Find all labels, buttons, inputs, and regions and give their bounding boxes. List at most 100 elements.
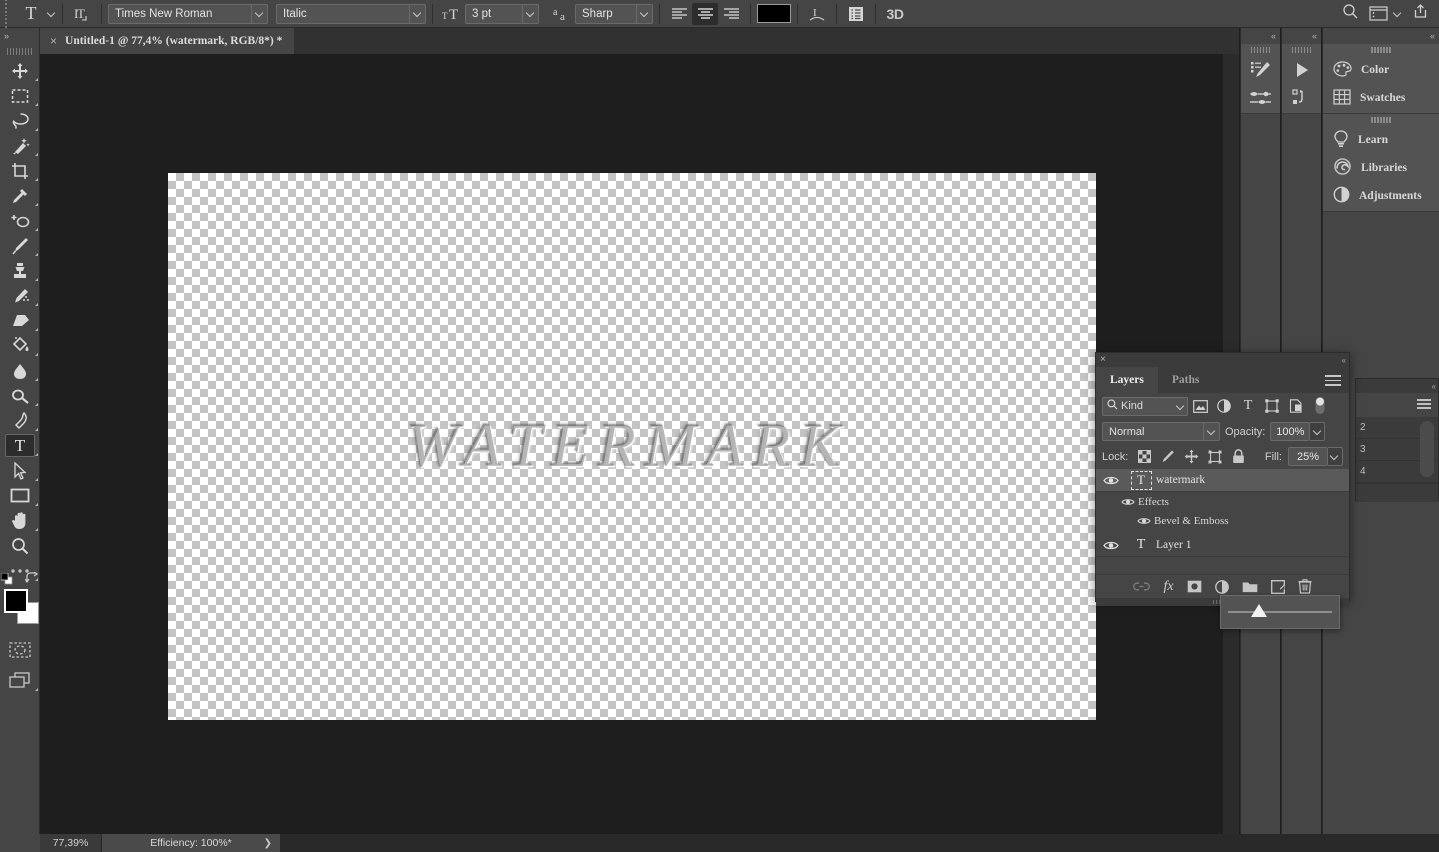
layer-name[interactable]: Layer 1 — [1156, 539, 1191, 551]
panel-menu-icon[interactable] — [1417, 399, 1431, 411]
color-panel-button[interactable]: Color — [1323, 56, 1439, 84]
chevron-down-icon[interactable] — [409, 4, 425, 23]
dock-b-collapse-button[interactable]: « — [1282, 28, 1321, 44]
swatches-panel-button[interactable]: Swatches — [1323, 84, 1439, 112]
swap-colors-icon[interactable] — [24, 571, 39, 589]
fill-slider-thumb[interactable] — [1251, 604, 1267, 617]
lock-artboard-nesting-icon[interactable] — [1204, 447, 1226, 467]
chevron-right-icon[interactable]: ❯ — [264, 838, 272, 849]
filter-toggle-switch[interactable] — [1308, 395, 1332, 417]
share-icon[interactable] — [1412, 3, 1429, 25]
document-tab[interactable]: × Untitled-1 @ 77,4% (watermark, RGB/8*)… — [40, 28, 295, 54]
layer-thumbnail[interactable]: T — [1126, 470, 1156, 490]
align-center-button[interactable] — [692, 2, 718, 25]
status-info-field[interactable]: Efficiency: 100%* ❯ — [102, 834, 280, 852]
layer-name[interactable]: watermark — [1156, 474, 1205, 486]
lock-image-pixels-icon[interactable] — [1157, 447, 1179, 467]
tab-layers[interactable]: Layers — [1096, 367, 1158, 393]
lock-position-icon[interactable] — [1180, 447, 1202, 467]
zoom-level-field[interactable]: 77,39% — [40, 834, 102, 852]
move-tool[interactable] — [0, 58, 40, 83]
history-state-list[interactable]: 2 3 4 — [1356, 417, 1438, 483]
filter-smart-object-icon[interactable] — [1284, 395, 1308, 417]
fill-slider-popup[interactable] — [1220, 595, 1340, 629]
actions-panel-icon[interactable] — [1282, 56, 1321, 84]
brush-presets-panel-icon[interactable] — [1241, 84, 1280, 112]
history-brush-tool[interactable] — [0, 283, 40, 308]
chevron-down-icon[interactable] — [1203, 423, 1219, 440]
quick-selection-tool[interactable] — [0, 133, 40, 158]
default-colors-icon[interactable] — [0, 572, 13, 590]
fill-slider-track[interactable] — [1228, 604, 1332, 617]
learn-panel-button[interactable]: Learn — [1323, 126, 1439, 154]
chevron-down-icon[interactable] — [636, 4, 652, 23]
spot-healing-brush-tool[interactable] — [0, 208, 40, 233]
text-orientation-icon[interactable]: I T — [69, 3, 95, 25]
effects-visibility-toggle[interactable] — [1118, 497, 1138, 507]
font-family-select[interactable]: Times New Roman — [108, 3, 268, 24]
opacity-input[interactable]: 100% — [1270, 422, 1311, 441]
close-icon[interactable]: × — [50, 35, 57, 47]
dock-c-grip-1[interactable] — [1323, 44, 1439, 56]
history-panel-icon[interactable] — [1282, 84, 1321, 112]
tab-paths[interactable]: Paths — [1158, 367, 1213, 393]
fill-stepper[interactable] — [1327, 447, 1343, 466]
lock-all-icon[interactable] — [1227, 447, 1249, 467]
history-scrollbar[interactable] — [1420, 421, 1434, 477]
layer-effects-group[interactable]: Effects — [1096, 492, 1349, 511]
adjustments-panel-button[interactable]: Adjustments — [1323, 182, 1439, 210]
opacity-stepper[interactable] — [1310, 422, 1326, 441]
dock-a-collapse-button[interactable]: « — [1241, 28, 1280, 44]
blend-mode-select[interactable]: Normal — [1102, 422, 1220, 441]
crop-tool[interactable] — [0, 158, 40, 183]
new-group-icon[interactable] — [1242, 580, 1258, 593]
panel-menu-icon[interactable] — [1325, 375, 1341, 389]
history-panel-collapse[interactable]: « — [1356, 379, 1438, 393]
chevron-down-icon[interactable] — [47, 9, 56, 18]
chevron-down-icon[interactable] — [1173, 402, 1187, 411]
layer-filter-kind-select[interactable]: Kind — [1102, 396, 1188, 416]
toolbar-collapse-button[interactable]: » — [0, 28, 39, 44]
close-icon[interactable]: × — [1100, 355, 1106, 365]
dodge-tool[interactable] — [0, 383, 40, 408]
dock-c-grip-2[interactable] — [1323, 114, 1439, 126]
options-bar-grip[interactable] — [0, 0, 12, 28]
add-layer-mask-icon[interactable] — [1187, 580, 1202, 593]
canvas-area[interactable]: WATERMARK — [40, 54, 1223, 834]
table-row[interactable]: T watermark — [1096, 469, 1349, 492]
layer-thumbnail[interactable]: T — [1126, 537, 1156, 553]
lasso-tool[interactable] — [0, 108, 40, 133]
chevron-down-icon[interactable] — [522, 4, 538, 23]
anti-alias-select[interactable]: Sharp — [575, 3, 653, 24]
align-right-button[interactable] — [718, 3, 744, 25]
workspace-icon[interactable] — [1369, 6, 1402, 21]
eyedropper-tool[interactable] — [0, 183, 40, 208]
type-tool[interactable]: T — [0, 433, 40, 458]
toolbar-grip[interactable] — [0, 44, 39, 58]
collapse-icon[interactable]: « — [1342, 356, 1347, 365]
warp-text-icon[interactable]: I — [804, 3, 830, 25]
new-layer-icon[interactable] — [1270, 579, 1285, 594]
pen-tool[interactable] — [0, 408, 40, 433]
chevron-down-icon[interactable] — [251, 4, 267, 23]
font-size-select[interactable]: 3 pt — [465, 3, 539, 24]
search-icon[interactable] — [1342, 3, 1359, 25]
layer-visibility-toggle[interactable] — [1096, 475, 1126, 486]
delete-layer-icon[interactable] — [1298, 579, 1312, 594]
path-selection-tool[interactable] — [0, 458, 40, 483]
zoom-tool[interactable] — [0, 533, 40, 558]
dock-c-collapse-button[interactable]: « — [1323, 28, 1439, 44]
libraries-panel-button[interactable]: Libraries — [1323, 154, 1439, 182]
dock-b-grip[interactable] — [1282, 44, 1321, 56]
layer-style-fx-icon[interactable]: fx — [1163, 579, 1173, 595]
link-layers-icon[interactable] — [1133, 581, 1151, 592]
text-color-swatch[interactable] — [757, 4, 791, 23]
clone-stamp-tool[interactable] — [0, 258, 40, 283]
paint-bucket-tool[interactable] — [0, 333, 40, 358]
quick-mask-button[interactable] — [0, 637, 40, 662]
table-row[interactable]: T Layer 1 — [1096, 534, 1349, 557]
hand-tool[interactable] — [0, 508, 40, 533]
new-adjustment-layer-icon[interactable] — [1214, 579, 1229, 594]
3d-panel-button[interactable]: 3D — [882, 3, 908, 25]
foreground-color-swatch[interactable] — [4, 589, 28, 613]
